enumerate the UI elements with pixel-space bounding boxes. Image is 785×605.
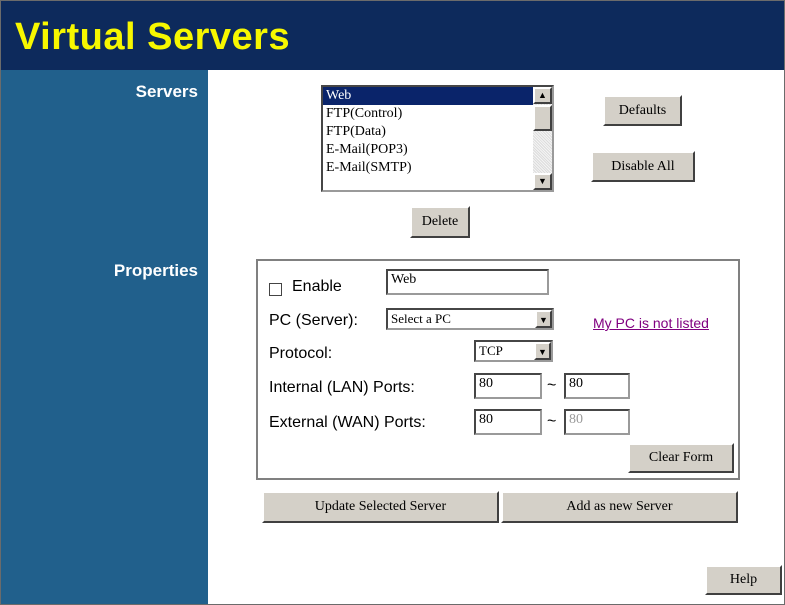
enable-label: Enable — [292, 278, 342, 295]
enable-checkbox[interactable] — [269, 283, 282, 296]
port-range-separator: ~ — [547, 377, 557, 394]
clear-form-button[interactable]: Clear Form — [628, 443, 734, 473]
delete-button[interactable]: Delete — [410, 206, 470, 238]
chevron-down-icon[interactable]: ▼ — [534, 342, 551, 360]
external-ports-label: External (WAN) Ports: — [269, 414, 426, 431]
external-port-end-input: 80 — [564, 409, 630, 435]
external-port-start-input[interactable]: 80 — [474, 409, 542, 435]
internal-port-end-input[interactable]: 80 — [564, 373, 630, 399]
protocol-select-value: TCP — [479, 343, 503, 358]
disable-all-button[interactable]: Disable All — [591, 151, 695, 182]
internal-ports-label: Internal (LAN) Ports: — [269, 379, 415, 396]
add-new-server-button[interactable]: Add as new Server — [501, 491, 738, 523]
port-range-separator: ~ — [547, 413, 557, 430]
pc-server-label: PC (Server): — [269, 312, 358, 329]
list-item[interactable]: Web — [323, 87, 552, 105]
pc-server-select-value: Select a PC — [391, 311, 451, 326]
server-name-input[interactable]: Web — [386, 269, 549, 295]
page-title: Virtual Servers — [15, 16, 291, 58]
list-item[interactable]: E-Mail(SMTP) — [323, 159, 552, 177]
scroll-thumb[interactable] — [533, 105, 552, 131]
chevron-down-icon[interactable]: ▼ — [535, 310, 552, 328]
pc-server-select[interactable]: Select a PC ▼ — [386, 308, 554, 330]
properties-section-label: Properties — [113, 261, 198, 280]
pc-not-listed-link[interactable]: My PC is not listed — [593, 315, 709, 331]
page-header: Virtual Servers — [1, 1, 784, 70]
sidebar: Servers Properties — [1, 70, 208, 604]
list-item[interactable]: FTP(Control) — [323, 105, 552, 123]
list-item[interactable]: FTP(Data) — [323, 123, 552, 141]
help-button[interactable]: Help — [705, 565, 782, 595]
defaults-button[interactable]: Defaults — [603, 95, 682, 126]
list-item[interactable]: E-Mail(POP3) — [323, 141, 552, 159]
protocol-select[interactable]: TCP ▼ — [474, 340, 553, 362]
scroll-up-icon[interactable]: ▲ — [533, 87, 552, 104]
servers-listbox[interactable]: Web FTP(Control) FTP(Data) E-Mail(POP3) … — [321, 85, 554, 192]
protocol-label: Protocol: — [269, 345, 333, 362]
scroll-down-icon[interactable]: ▼ — [533, 173, 552, 190]
update-selected-server-button[interactable]: Update Selected Server — [262, 491, 499, 523]
servers-section-label: Servers — [135, 82, 198, 101]
listbox-scrollbar[interactable]: ▲ ▼ — [533, 87, 552, 190]
internal-port-start-input[interactable]: 80 — [474, 373, 542, 399]
properties-panel: Enable Web PC (Server): Select a PC ▼ My… — [256, 259, 740, 480]
